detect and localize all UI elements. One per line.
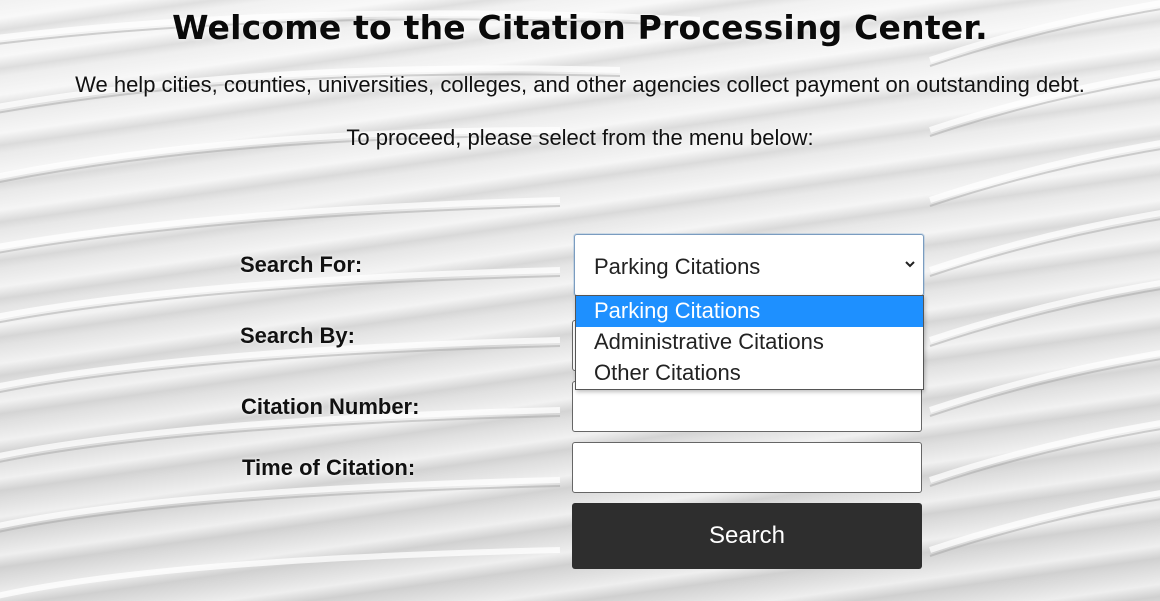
dropdown-option-other-citations[interactable]: Other Citations bbox=[576, 358, 923, 389]
search-button[interactable]: Search bbox=[572, 503, 922, 569]
time-of-citation-label: Time of Citation: bbox=[242, 455, 416, 480]
search-by-label: Search By: bbox=[240, 323, 355, 348]
instruction-text: To proceed, please select from the menu … bbox=[346, 125, 814, 150]
page-title: Welcome to the Citation Processing Cente… bbox=[172, 8, 988, 47]
citation-number-label: Citation Number: bbox=[241, 394, 420, 419]
search-for-dropdown-list: Parking Citations Administrative Citatio… bbox=[575, 295, 924, 390]
dropdown-option-parking-citations[interactable]: Parking Citations bbox=[576, 296, 923, 327]
time-of-citation-input[interactable] bbox=[572, 442, 922, 493]
dropdown-option-administrative-citations[interactable]: Administrative Citations bbox=[576, 327, 923, 358]
search-for-selected-value: Parking Citations bbox=[594, 254, 761, 279]
page-subtitle: We help cities, counties, universities, … bbox=[75, 72, 1085, 97]
search-for-label: Search For: bbox=[240, 252, 363, 277]
search-for-select[interactable]: Parking Citations bbox=[574, 234, 924, 296]
chevron-down-icon bbox=[905, 261, 915, 268]
